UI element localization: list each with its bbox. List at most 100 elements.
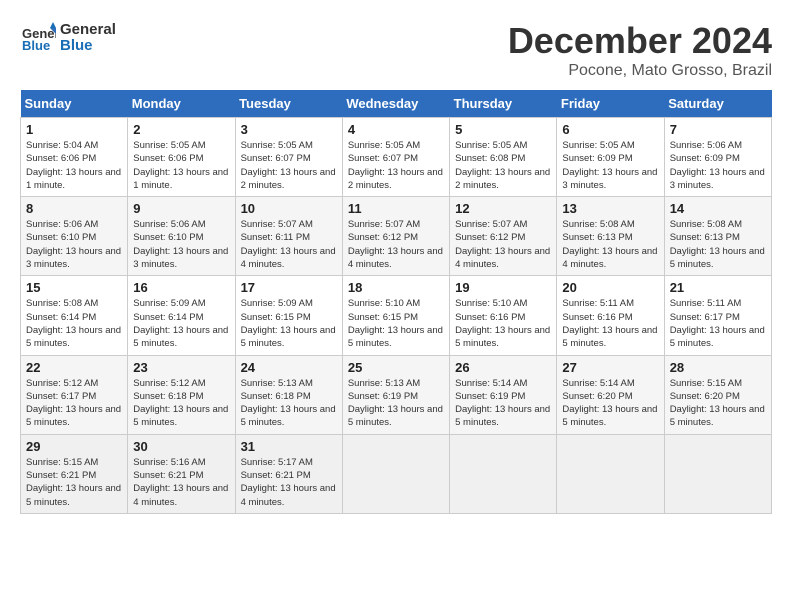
day-number: 19 (455, 280, 551, 295)
day-number: 23 (133, 360, 229, 375)
logo: General Blue General Blue (20, 20, 116, 56)
day-of-week-header: Friday (557, 90, 664, 118)
location-subtitle: Pocone, Mato Grosso, Brazil (508, 62, 772, 80)
calendar-cell: 30 Sunrise: 5:16 AMSunset: 6:21 PMDayligh… (128, 434, 235, 513)
day-info: Sunrise: 5:07 AMSunset: 6:11 PMDaylight:… (241, 218, 337, 271)
day-number: 25 (348, 360, 444, 375)
logo-line2: Blue (60, 38, 116, 55)
logo-icon: General Blue (20, 20, 56, 56)
day-info: Sunrise: 5:08 AMSunset: 6:13 PMDaylight:… (670, 218, 766, 271)
day-info: Sunrise: 5:13 AMSunset: 6:18 PMDaylight:… (241, 377, 337, 430)
day-number: 20 (562, 280, 658, 295)
day-number: 10 (241, 201, 337, 216)
day-of-week-header: Wednesday (342, 90, 449, 118)
calendar-cell: 29Sunrise: 5:15 AMSunset: 6:21 PMDayligh… (21, 434, 128, 513)
calendar-cell: 6Sunrise: 5:05 AMSunset: 6:09 PMDaylight… (557, 118, 664, 197)
day-info: Sunrise: 5:05 AMSunset: 6:07 PMDaylight:… (348, 139, 444, 192)
day-info: Sunrise: 5:09 AMSunset: 6:14 PMDaylight:… (133, 297, 229, 350)
day-info: Sunrise: 5:06 AMSunset: 6:09 PMDaylight:… (670, 139, 766, 192)
day-info: Sunrise: 5:07 AMSunset: 6:12 PMDaylight:… (348, 218, 444, 271)
day-info: Sunrise: 5:12 AMSunset: 6:18 PMDaylight:… (133, 377, 229, 430)
day-number: 3 (241, 122, 337, 137)
day-number: 8 (26, 201, 122, 216)
day-info: Sunrise: 5:10 AMSunset: 6:15 PMDaylight:… (348, 297, 444, 350)
calendar-cell: 5 Sunrise: 5:05 AMSunset: 6:08 PMDaylight… (450, 118, 557, 197)
day-info: Sunrise: 5:14 AMSunset: 6:19 PMDaylight:… (455, 377, 551, 430)
calendar-cell: 14 Sunrise: 5:08 AMSunset: 6:13 PMDayligh… (664, 197, 771, 276)
calendar-cell: 28Sunrise: 5:15 AMSunset: 6:20 PMDayligh… (664, 355, 771, 434)
day-number: 29 (26, 439, 122, 454)
day-info: Sunrise: 5:11 AMSunset: 6:17 PMDaylight:… (670, 297, 766, 350)
day-number: 18 (348, 280, 444, 295)
calendar-cell: 7Sunrise: 5:06 AMSunset: 6:09 PMDaylight… (664, 118, 771, 197)
calendar-cell: 18 Sunrise: 5:10 AMSunset: 6:15 PMDayligh… (342, 276, 449, 355)
day-of-week-header: Thursday (450, 90, 557, 118)
calendar-cell (450, 434, 557, 513)
day-info: Sunrise: 5:05 AMSunset: 6:08 PMDaylight:… (455, 139, 551, 192)
calendar-cell: 12 Sunrise: 5:07 AMSunset: 6:12 PMDayligh… (450, 197, 557, 276)
day-number: 1 (26, 122, 122, 137)
calendar-cell: 3 Sunrise: 5:05 AMSunset: 6:07 PMDaylight… (235, 118, 342, 197)
calendar-week-row: 22 Sunrise: 5:12 AMSunset: 6:17 PMDayligh… (21, 355, 772, 434)
calendar-cell: 19 Sunrise: 5:10 AMSunset: 6:16 PMDayligh… (450, 276, 557, 355)
day-info: Sunrise: 5:07 AMSunset: 6:12 PMDaylight:… (455, 218, 551, 271)
calendar-cell: 27 Sunrise: 5:14 AMSunset: 6:20 PMDayligh… (557, 355, 664, 434)
calendar-header-row: SundayMondayTuesdayWednesdayThursdayFrid… (21, 90, 772, 118)
day-number: 4 (348, 122, 444, 137)
day-number: 5 (455, 122, 551, 137)
calendar-cell: 17Sunrise: 5:09 AMSunset: 6:15 PMDayligh… (235, 276, 342, 355)
day-number: 9 (133, 201, 229, 216)
day-info: Sunrise: 5:17 AMSunset: 6:21 PMDaylight:… (241, 456, 337, 509)
day-number: 30 (133, 439, 229, 454)
day-info: Sunrise: 5:13 AMSunset: 6:19 PMDaylight:… (348, 377, 444, 430)
day-info: Sunrise: 5:10 AMSunset: 6:16 PMDaylight:… (455, 297, 551, 350)
day-number: 2 (133, 122, 229, 137)
title-block: December 2024 Pocone, Mato Grosso, Brazi… (508, 20, 772, 80)
day-number: 12 (455, 201, 551, 216)
calendar-cell (557, 434, 664, 513)
calendar-cell: 13Sunrise: 5:08 AMSunset: 6:13 PMDayligh… (557, 197, 664, 276)
day-info: Sunrise: 5:09 AMSunset: 6:15 PMDaylight:… (241, 297, 337, 350)
day-info: Sunrise: 5:12 AMSunset: 6:17 PMDaylight:… (26, 377, 122, 430)
calendar-week-row: 8 Sunrise: 5:06 AMSunset: 6:10 PMDaylight… (21, 197, 772, 276)
day-info: Sunrise: 5:06 AMSunset: 6:10 PMDaylight:… (26, 218, 122, 271)
day-info: Sunrise: 5:06 AMSunset: 6:10 PMDaylight:… (133, 218, 229, 271)
calendar-cell: 22 Sunrise: 5:12 AMSunset: 6:17 PMDayligh… (21, 355, 128, 434)
calendar-cell: 11 Sunrise: 5:07 AMSunset: 6:12 PMDayligh… (342, 197, 449, 276)
day-number: 11 (348, 201, 444, 216)
calendar-cell: 2Sunrise: 5:05 AMSunset: 6:06 PMDaylight… (128, 118, 235, 197)
calendar-cell: 9 Sunrise: 5:06 AMSunset: 6:10 PMDaylight… (128, 197, 235, 276)
calendar-cell: 16Sunrise: 5:09 AMSunset: 6:14 PMDayligh… (128, 276, 235, 355)
day-number: 26 (455, 360, 551, 375)
day-info: Sunrise: 5:15 AMSunset: 6:20 PMDaylight:… (670, 377, 766, 430)
calendar-cell: 24 Sunrise: 5:13 AMSunset: 6:18 PMDayligh… (235, 355, 342, 434)
calendar-week-row: 29Sunrise: 5:15 AMSunset: 6:21 PMDayligh… (21, 434, 772, 513)
day-of-week-header: Saturday (664, 90, 771, 118)
calendar-cell: 8 Sunrise: 5:06 AMSunset: 6:10 PMDaylight… (21, 197, 128, 276)
calendar-cell: 20Sunrise: 5:11 AMSunset: 6:16 PMDayligh… (557, 276, 664, 355)
month-title: December 2024 (508, 20, 772, 62)
day-info: Sunrise: 5:05 AMSunset: 6:07 PMDaylight:… (241, 139, 337, 192)
day-of-week-header: Sunday (21, 90, 128, 118)
day-number: 22 (26, 360, 122, 375)
day-info: Sunrise: 5:14 AMSunset: 6:20 PMDaylight:… (562, 377, 658, 430)
calendar-cell: 31Sunrise: 5:17 AMSunset: 6:21 PMDayligh… (235, 434, 342, 513)
day-of-week-header: Tuesday (235, 90, 342, 118)
day-info: Sunrise: 5:16 AMSunset: 6:21 PMDaylight:… (133, 456, 229, 509)
calendar-cell: 21 Sunrise: 5:11 AMSunset: 6:17 PMDayligh… (664, 276, 771, 355)
day-info: Sunrise: 5:05 AMSunset: 6:09 PMDaylight:… (562, 139, 658, 192)
day-number: 27 (562, 360, 658, 375)
day-number: 21 (670, 280, 766, 295)
calendar-cell: 23 Sunrise: 5:12 AMSunset: 6:18 PMDayligh… (128, 355, 235, 434)
day-info: Sunrise: 5:08 AMSunset: 6:14 PMDaylight:… (26, 297, 122, 350)
day-number: 14 (670, 201, 766, 216)
calendar-week-row: 1Sunrise: 5:04 AMSunset: 6:06 PMDaylight… (21, 118, 772, 197)
calendar-cell: 25 Sunrise: 5:13 AMSunset: 6:19 PMDayligh… (342, 355, 449, 434)
calendar-cell (342, 434, 449, 513)
day-number: 15 (26, 280, 122, 295)
svg-text:Blue: Blue (22, 38, 50, 53)
day-number: 24 (241, 360, 337, 375)
calendar-cell: 10 Sunrise: 5:07 AMSunset: 6:11 PMDayligh… (235, 197, 342, 276)
calendar-week-row: 15 Sunrise: 5:08 AMSunset: 6:14 PMDayligh… (21, 276, 772, 355)
day-number: 13 (562, 201, 658, 216)
